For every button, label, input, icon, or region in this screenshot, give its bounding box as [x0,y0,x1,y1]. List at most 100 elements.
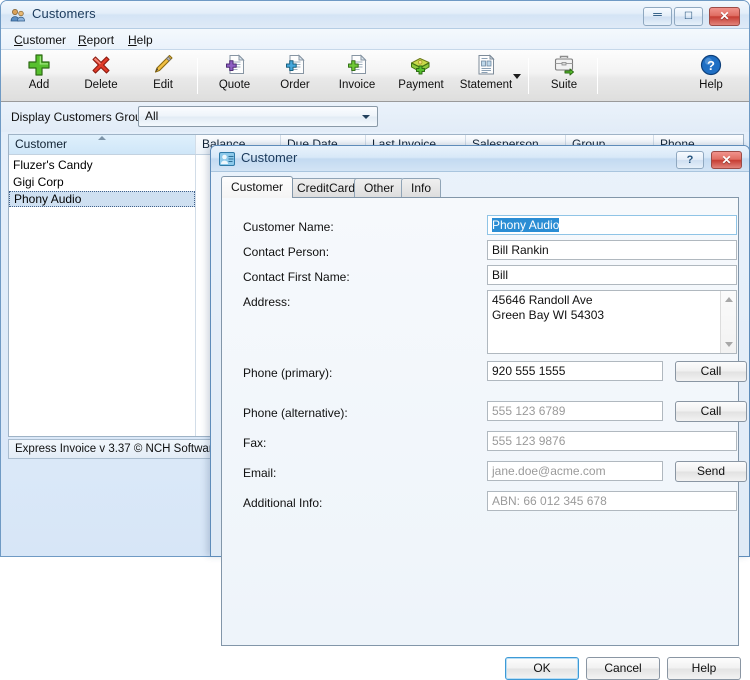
tab-info[interactable]: Info [401,178,442,198]
list-column-divider [195,155,196,436]
group-filter-combobox[interactable]: All [138,106,378,127]
toolbar-separator-1 [197,58,198,94]
tab-customer[interactable]: Customer [221,176,294,198]
toolbar-help-label: Help [699,79,723,91]
cell-customer: Gigi Corp [13,175,64,189]
customer-name-input[interactable]: Phony Audio [487,215,737,235]
toolbar-quote-label: Quote [218,79,251,91]
menu-help[interactable]: Help [123,32,158,48]
customer-dialog: Customer ? ✕ Customer CreditCard Other I… [210,145,750,680]
menu-bar: Customer Report Help [1,29,749,50]
pencil-icon [138,52,188,78]
address-line-1: 45646 Randoll Ave [492,293,593,307]
label-phone-alternative: Phone (alternative): [243,406,348,420]
document-green-plus-icon [329,52,385,78]
dialog-tab-panel: Customer Name: Phony Audio Contact Perso… [221,197,747,646]
contact-person-input[interactable]: Bill Rankin [487,240,737,260]
label-email: Email: [243,466,277,480]
table-row[interactable]: Gigi Corp [9,174,195,190]
label-fax: Fax: [243,436,267,450]
dialog-titlebar: Customer ? ✕ [211,146,749,172]
email-input[interactable]: jane.doe@acme.com [487,461,663,481]
toolbar-payment-label: Payment [398,79,444,91]
money-green-plus-icon [391,52,451,78]
call-primary-button[interactable]: Call [675,361,747,382]
briefcase-arrow-icon [538,52,590,78]
toolbar-edit-button[interactable]: Edit [138,52,188,100]
toolbar-order-button[interactable]: Order [269,52,321,100]
dialog-close-button[interactable]: ✕ [711,151,742,169]
table-row[interactable]: Phony Audio [9,191,195,207]
tab-other[interactable]: Other [354,178,405,198]
phone-alternative-input[interactable]: 555 123 6789 [487,401,663,421]
dialog-help-button[interactable]: ? [676,151,704,169]
email-placeholder: jane.doe@acme.com [492,464,606,478]
toolbar-separator-2 [528,58,529,94]
toolbar-add-label: Add [28,79,50,91]
close-button[interactable]: ✕ [709,7,740,26]
contact-person-value: Bill Rankin [492,243,549,257]
document-blue-plus-icon [269,52,321,78]
phone-primary-value: 920 555 1555 [492,364,566,378]
contact-first-name-value: Bill [492,268,509,282]
additional-info-placeholder: ABN: 66 012 345 678 [492,494,607,508]
status-bar-text: Express Invoice v 3.37 © NCH Software [15,443,220,455]
group-filter-label: Display Customers Group: [11,110,152,124]
cancel-button[interactable]: Cancel [586,657,660,680]
fax-input[interactable]: 555 123 9876 [487,431,737,451]
toolbar-payment-button[interactable]: Payment [391,52,451,100]
close-icon: ✕ [721,153,732,167]
toolbar-order-label: Order [280,79,310,91]
cell-customer: Fluzer's Candy [13,158,93,172]
toolbar: Add Delete Edit Quote Order Invoice Paym… [1,50,749,102]
toolbar-add-button[interactable]: Add [13,52,65,100]
table-row[interactable]: Fluzer's Candy [9,157,195,173]
label-contact-first-name: Contact First Name: [243,270,350,284]
call-alternative-button[interactable]: Call [675,401,747,422]
maximize-icon: ☐ [684,11,693,22]
toolbar-delete-button[interactable]: Delete [73,52,129,100]
blue-question-icon: ? [687,52,735,78]
document-purple-plus-icon [207,52,262,78]
svg-text:?: ? [707,58,715,73]
toolbar-delete-label: Delete [84,79,118,91]
main-titlebar: Customers ═ ☐ ✕ [1,1,749,29]
label-address: Address: [243,295,291,309]
question-icon: ? [686,154,694,166]
toolbar-suite-label: Suite [550,79,578,91]
toolbar-statement-button[interactable]: Statement [451,52,521,100]
scroll-down-icon[interactable] [721,337,736,352]
dialog-title: Customer [241,150,298,165]
toolbar-statement-label: Statement [459,79,513,91]
label-customer-name: Customer Name: [243,220,334,234]
toolbar-suite-button[interactable]: Suite [538,52,590,100]
chevron-down-icon [362,115,370,119]
address-textarea[interactable]: 45646 Randoll Ave Green Bay WI 54303 [487,290,737,354]
red-x-icon [73,52,129,78]
toolbar-quote-button[interactable]: Quote [207,52,262,100]
maximize-button[interactable]: ☐ [674,7,703,26]
menu-customer[interactable]: Customer [9,32,71,48]
additional-info-input[interactable]: ABN: 66 012 345 678 [487,491,737,511]
ok-button[interactable]: OK [505,657,579,680]
customers-icon [10,8,26,23]
label-phone-primary: Phone (primary): [243,366,333,380]
dialog-tabs: Customer CreditCard Other Info [221,176,739,198]
column-header-customer[interactable]: Customer [9,135,196,154]
phone-alternative-placeholder: 555 123 6789 [492,404,566,418]
green-plus-icon [13,52,65,78]
dialog-help-footer-button[interactable]: Help [667,657,741,680]
menu-report[interactable]: Report [73,32,119,48]
phone-primary-input[interactable]: 920 555 1555 [487,361,663,381]
address-scrollbar[interactable] [720,291,736,353]
label-contact-person: Contact Person: [243,245,330,259]
label-additional-info: Additional Info: [243,496,323,510]
toolbar-invoice-button[interactable]: Invoice [329,52,385,100]
minimize-button[interactable]: ═ [643,7,672,26]
toolbar-help-button[interactable]: ? Help [687,52,735,100]
contact-first-name-input[interactable]: Bill [487,265,737,285]
statement-document-icon [451,52,521,78]
send-email-button[interactable]: Send [675,461,747,482]
scroll-up-icon[interactable] [721,292,736,307]
chevron-down-icon[interactable] [513,74,521,79]
